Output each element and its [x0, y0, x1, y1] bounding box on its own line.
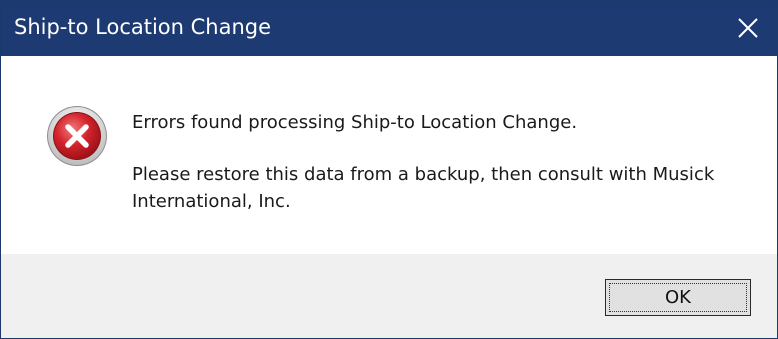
close-button[interactable]: [719, 1, 777, 56]
error-icon: [47, 106, 107, 166]
message-line-2: Please restore this data from a backup, …: [132, 164, 715, 212]
ok-button[interactable]: OK: [605, 279, 751, 316]
message-content: Errors found processing Ship-to Location…: [1, 56, 777, 254]
window-title: Ship-to Location Change: [14, 15, 272, 39]
close-icon: [738, 18, 758, 38]
message-line-1: Errors found processing Ship-to Location…: [132, 112, 578, 133]
message-dialog: Ship-to Location Change Errors found pro…: [0, 0, 778, 339]
title-bar[interactable]: Ship-to Location Change: [1, 1, 777, 56]
button-bar: OK: [1, 254, 777, 338]
